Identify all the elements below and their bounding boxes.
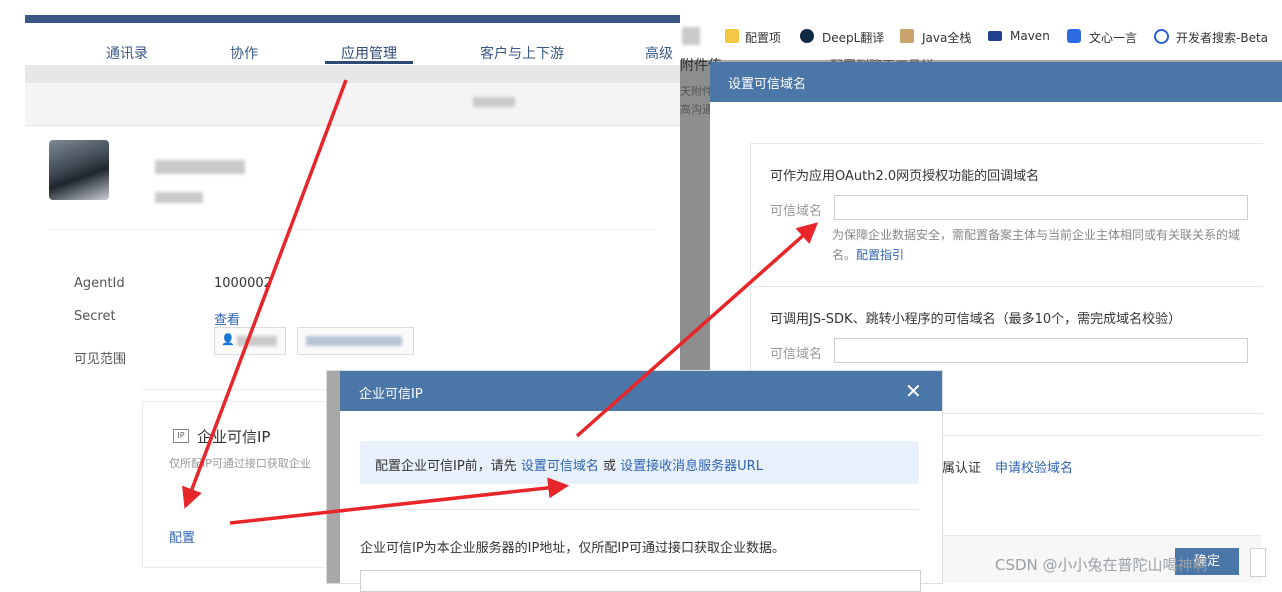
annotation-arrows bbox=[182, 79, 819, 525]
arrow-info-to-domain bbox=[575, 222, 819, 438]
arrow-config-to-info bbox=[229, 477, 570, 525]
arrow-tab-to-config bbox=[182, 79, 348, 509]
